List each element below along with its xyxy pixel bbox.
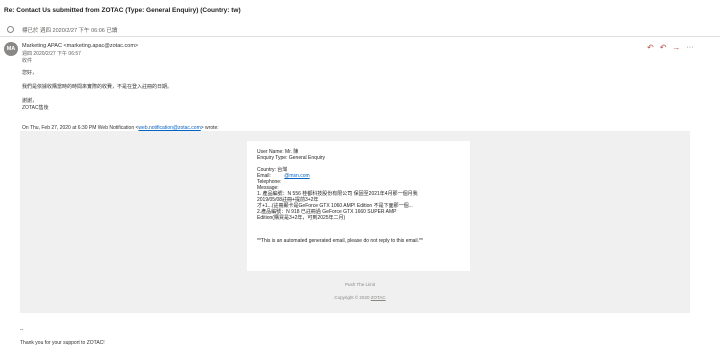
more-icon[interactable]: ···	[686, 44, 693, 52]
notification-card: User Name: Mr. 陳 Enquiry Type: General E…	[247, 141, 470, 271]
signature-team: ZOTAC售後	[22, 105, 49, 111]
recipient: 收件	[22, 58, 33, 64]
read-receipt-bar: 標已於 週四 2020/2/27 下午 06:06 已讀	[0, 24, 720, 37]
copyright-link[interactable]: ZOTAC	[371, 295, 386, 300]
reply-icon[interactable]: ↶	[647, 44, 654, 52]
form-message-line: Edition(購買是3+2年，可到2025年二月)	[257, 215, 346, 221]
body-line: 我們是依據收購當時的時間來實際的收費，不是在登入註冊的日期。	[22, 84, 173, 90]
sender-name[interactable]: Marketing APAC <marketing.apac@zotac.com…	[22, 43, 138, 49]
message-actions: ↶ ↶ → ···	[647, 43, 693, 53]
footer-copyright: Copyright © 2020 ZOTAC	[0, 295, 720, 300]
automated-notice: **This is an automated generated email, …	[257, 238, 423, 244]
greeting: 您好，	[22, 70, 38, 76]
closing-thanks: Thank you for your support to ZOTAC!	[20, 340, 105, 346]
reply-all-icon[interactable]: ↶	[660, 44, 667, 52]
forward-icon[interactable]: →	[672, 44, 680, 52]
sent-date: 週四 2020/2/27 下午 06:57	[22, 51, 81, 57]
email-subject: Re: Contact Us submitted from ZOTAC (Typ…	[4, 7, 241, 14]
signature-line: 謝謝，	[22, 98, 38, 104]
radio-icon[interactable]	[7, 26, 14, 33]
read-receipt-text: 標已於 週四 2020/2/27 下午 06:06 已讀	[22, 28, 118, 34]
footer-tagline: Push The Limit	[345, 282, 375, 287]
copyright-text: Copyright © 2020	[334, 295, 371, 300]
closing-dash: --	[20, 327, 24, 333]
form-enquiry-type: Enquiry Type: General Enquiry	[257, 155, 326, 161]
avatar: MA	[4, 42, 18, 56]
